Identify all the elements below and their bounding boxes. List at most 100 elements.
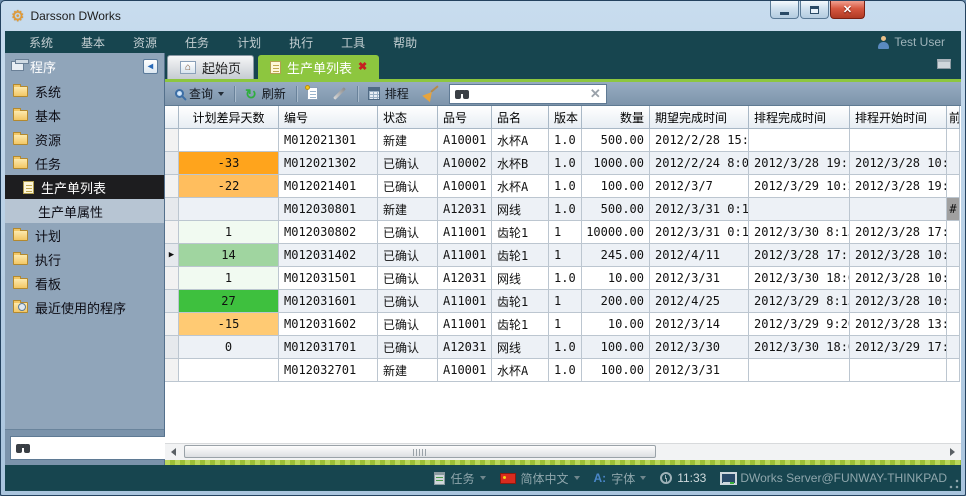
table-cell-part_no[interactable]: A11001	[438, 313, 492, 336]
scroll-right-button[interactable]	[944, 444, 961, 460]
scroll-left-button[interactable]	[165, 444, 182, 460]
schedule-button[interactable]: 排程	[364, 83, 413, 104]
scrollbar-thumb[interactable]	[184, 445, 656, 458]
table-cell-diff[interactable]	[179, 198, 279, 221]
table-cell-code[interactable]: M012021302	[279, 152, 378, 175]
table-cell-part_name[interactable]: 水杯A	[492, 175, 549, 198]
table-cell-version[interactable]: 1.0	[549, 152, 582, 175]
table-cell-part_name[interactable]: 齿轮1	[492, 244, 549, 267]
table-cell-part_no[interactable]: A10001	[438, 129, 492, 152]
table-cell-code[interactable]: M012021401	[279, 175, 378, 198]
table-row[interactable]: 1M012030802已确认A11001齿轮1110000.002012/3/3…	[165, 221, 961, 244]
status-font-menu[interactable]: A: 字体	[594, 470, 647, 487]
table-cell-sched_start[interactable]: 2012/3/28 10:52	[850, 290, 947, 313]
row-selector-cell[interactable]	[165, 175, 179, 198]
table-cell-part_no[interactable]: A12031	[438, 336, 492, 359]
row-selector-cell[interactable]	[165, 336, 179, 359]
tab-close-icon[interactable]: ✖	[358, 62, 367, 73]
table-header-cell[interactable]: 品号	[438, 106, 492, 129]
status-task-menu[interactable]: 任务	[434, 470, 485, 487]
table-cell-sched_start[interactable]: 2012/3/28 19:10	[850, 175, 947, 198]
table-row[interactable]: M012021301新建A10001水杯A1.0500.002012/2/28 …	[165, 129, 961, 152]
table-header-cell[interactable]: 数量	[582, 106, 650, 129]
sidebar-item[interactable]: 系统	[5, 79, 164, 103]
table-row[interactable]: ▶14M012031402已确认A11001齿轮11245.002012/4/1…	[165, 244, 961, 267]
table-cell-expected[interactable]: 2012/3/31 0:10	[650, 198, 749, 221]
table-row[interactable]: 27M012031601已确认A11001齿轮11200.002012/4/25…	[165, 290, 961, 313]
table-cell-diff[interactable]: 1	[179, 267, 279, 290]
table-cell-part_no[interactable]: A10001	[438, 175, 492, 198]
minimize-button[interactable]	[770, 1, 799, 19]
sidebar-item[interactable]: 生产单属性	[5, 199, 164, 223]
toolbar-search-clear-icon[interactable]: ✕	[590, 87, 601, 100]
current-row-indicator[interactable]: ▶	[165, 244, 179, 267]
table-cell-code[interactable]: M012031701	[279, 336, 378, 359]
row-selector-cell[interactable]	[165, 221, 179, 244]
table-cell-expected[interactable]: 2012/4/11	[650, 244, 749, 267]
table-cell-part_name[interactable]: 网线	[492, 198, 549, 221]
table-cell-sched_start[interactable]: 2012/3/28 10:52	[850, 152, 947, 175]
scrollbar-track[interactable]	[182, 444, 944, 460]
menu-item[interactable]: 系统	[15, 34, 67, 51]
table-cell-status[interactable]: 已确认	[378, 313, 438, 336]
table-cell-status[interactable]: 已确认	[378, 290, 438, 313]
row-selector-cell[interactable]	[165, 313, 179, 336]
table-cell-part_name[interactable]: 网线	[492, 336, 549, 359]
table-cell-version[interactable]: 1	[549, 290, 582, 313]
table-cell-diff[interactable]: 1	[179, 221, 279, 244]
table-cell-qty[interactable]: 10.00	[582, 313, 650, 336]
table-cell-part_name[interactable]: 水杯A	[492, 129, 549, 152]
table-cell-status[interactable]: 已确认	[378, 267, 438, 290]
table-cell-part_name[interactable]: 齿轮1	[492, 221, 549, 244]
horizontal-scrollbar[interactable]	[165, 443, 961, 460]
row-selector-cell[interactable]	[165, 359, 179, 382]
table-cell-sched_start[interactable]: 2012/3/28 17:13	[850, 221, 947, 244]
table-header-cell[interactable]: 排程开始时间	[850, 106, 947, 129]
row-selector-cell[interactable]	[165, 198, 179, 221]
table-cell-expected[interactable]: 2012/4/25	[650, 290, 749, 313]
table-cell-sched_start[interactable]: 2012/3/28 10:52	[850, 267, 947, 290]
table-cell-code[interactable]: M012031601	[279, 290, 378, 313]
table-cell-qty[interactable]: 245.00	[582, 244, 650, 267]
refresh-button[interactable]: ↻ 刷新	[241, 83, 290, 104]
sidebar-item[interactable]: 任务	[5, 151, 164, 175]
table-cell-sched_start[interactable]: 2012/3/29 17:46	[850, 336, 947, 359]
table-cell-diff[interactable]	[179, 129, 279, 152]
table-cell-version[interactable]: 1.0	[549, 175, 582, 198]
sidebar-collapse-button[interactable]: ◂	[143, 59, 158, 74]
table-cell-sched_end[interactable]: 2012/3/28 19:10	[749, 152, 850, 175]
table-cell-sched_end[interactable]	[749, 359, 850, 382]
table-header-cell[interactable]: 排程完成时间	[749, 106, 850, 129]
sidebar-item[interactable]: 计划	[5, 223, 164, 247]
table-cell-qty[interactable]: 500.00	[582, 198, 650, 221]
table-cell-status[interactable]: 已确认	[378, 244, 438, 267]
table-cell-expected[interactable]: 2012/3/30	[650, 336, 749, 359]
table-cell-sched_end[interactable]: 2012/3/30 8:15	[749, 221, 850, 244]
table-header-cell-clipped[interactable]: 前	[947, 106, 960, 129]
tab-production-order-list[interactable]: 生产单列表 ✖	[258, 55, 379, 79]
table-cell-sched_start[interactable]	[850, 198, 947, 221]
table-cell-version[interactable]: 1.0	[549, 198, 582, 221]
table-cell-expected[interactable]: 2012/2/28 15:00	[650, 129, 749, 152]
table-cell-sched_start[interactable]	[850, 129, 947, 152]
table-cell-expected[interactable]: 2012/3/31 0:17	[650, 221, 749, 244]
table-cell-part_name[interactable]: 齿轮1	[492, 290, 549, 313]
table-cell-code[interactable]: M012030802	[279, 221, 378, 244]
table-cell-qty[interactable]: 100.00	[582, 359, 650, 382]
table-cell-code[interactable]: M012031402	[279, 244, 378, 267]
toolbar-search-input[interactable]	[475, 87, 585, 101]
row-selector-cell[interactable]	[165, 152, 179, 175]
status-language-menu[interactable]: 简体中文	[500, 470, 580, 487]
row-selector-cell[interactable]	[165, 129, 179, 152]
table-row[interactable]: M012030801新建A12031网线1.0500.002012/3/31 0…	[165, 198, 961, 221]
table-cell-version[interactable]: 1.0	[549, 359, 582, 382]
table-header-cell[interactable]: 计划差异天数	[179, 106, 279, 129]
table-cell-code[interactable]: M012032701	[279, 359, 378, 382]
table-row[interactable]: 0M012031701已确认A12031网线1.0100.002012/3/30…	[165, 336, 961, 359]
table-cell-part_no[interactable]: A12031	[438, 267, 492, 290]
table-cell-diff[interactable]: 27	[179, 290, 279, 313]
menu-item[interactable]: 基本	[67, 34, 119, 51]
maximize-button[interactable]	[800, 1, 829, 19]
table-cell-qty[interactable]: 100.00	[582, 175, 650, 198]
query-button[interactable]: 查询	[171, 83, 228, 104]
